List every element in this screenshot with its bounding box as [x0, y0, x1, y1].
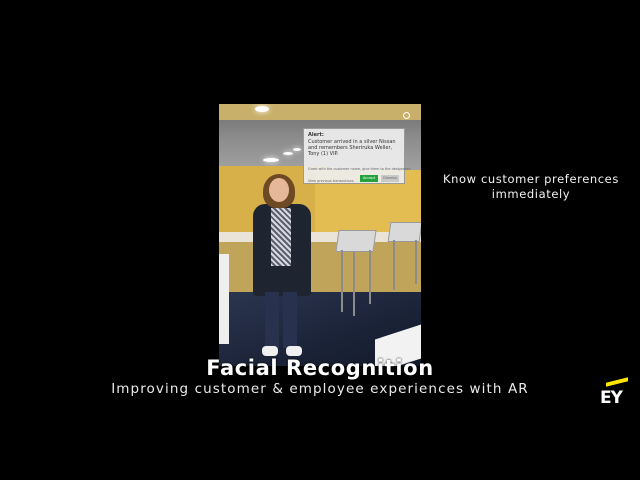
ar-alert-body: Customer arrived in a silver Nissan and …: [308, 139, 396, 157]
stool-leg: [353, 252, 355, 316]
stool-leg: [369, 250, 371, 304]
person-shoe: [262, 346, 278, 356]
side-caption: Know customer preferences immediately: [443, 172, 619, 201]
person-leg: [283, 292, 297, 348]
ceiling-band: [219, 104, 421, 120]
pillar: [219, 254, 229, 344]
page-title: Facial Recognition: [206, 356, 434, 380]
stool: [387, 222, 421, 242]
person-shoe: [286, 346, 302, 356]
stool: [335, 230, 377, 252]
stool-leg: [341, 250, 343, 312]
ceiling-light: [263, 158, 279, 162]
accept-button[interactable]: Accept: [360, 175, 378, 182]
target-icon: [403, 112, 410, 119]
ceiling-light: [293, 148, 301, 151]
person-shirt: [271, 208, 291, 266]
stool-leg: [415, 240, 417, 284]
logo-text: EY: [600, 388, 623, 408]
stool-leg: [393, 240, 395, 290]
logo-accent-bar: [606, 377, 628, 387]
dismiss-button[interactable]: Dismiss: [381, 175, 399, 182]
page-subtitle: Improving customer & employee experience…: [111, 381, 529, 397]
ar-alert-title: Alert:: [308, 132, 324, 138]
ar-alert-link[interactable]: View previous transactions: [308, 178, 354, 184]
ey-logo: EY: [600, 377, 628, 410]
ceiling-light: [255, 106, 269, 112]
ar-alert-note: Greet with the customer name, give them …: [308, 167, 411, 171]
person-leg: [265, 292, 279, 348]
person-face: [269, 178, 289, 202]
ar-camera-view: Alert: Customer arrived in a silver Niss…: [219, 104, 421, 366]
ceiling-light: [283, 152, 293, 155]
ar-alert-panel: Alert: Customer arrived in a silver Niss…: [303, 128, 410, 184]
